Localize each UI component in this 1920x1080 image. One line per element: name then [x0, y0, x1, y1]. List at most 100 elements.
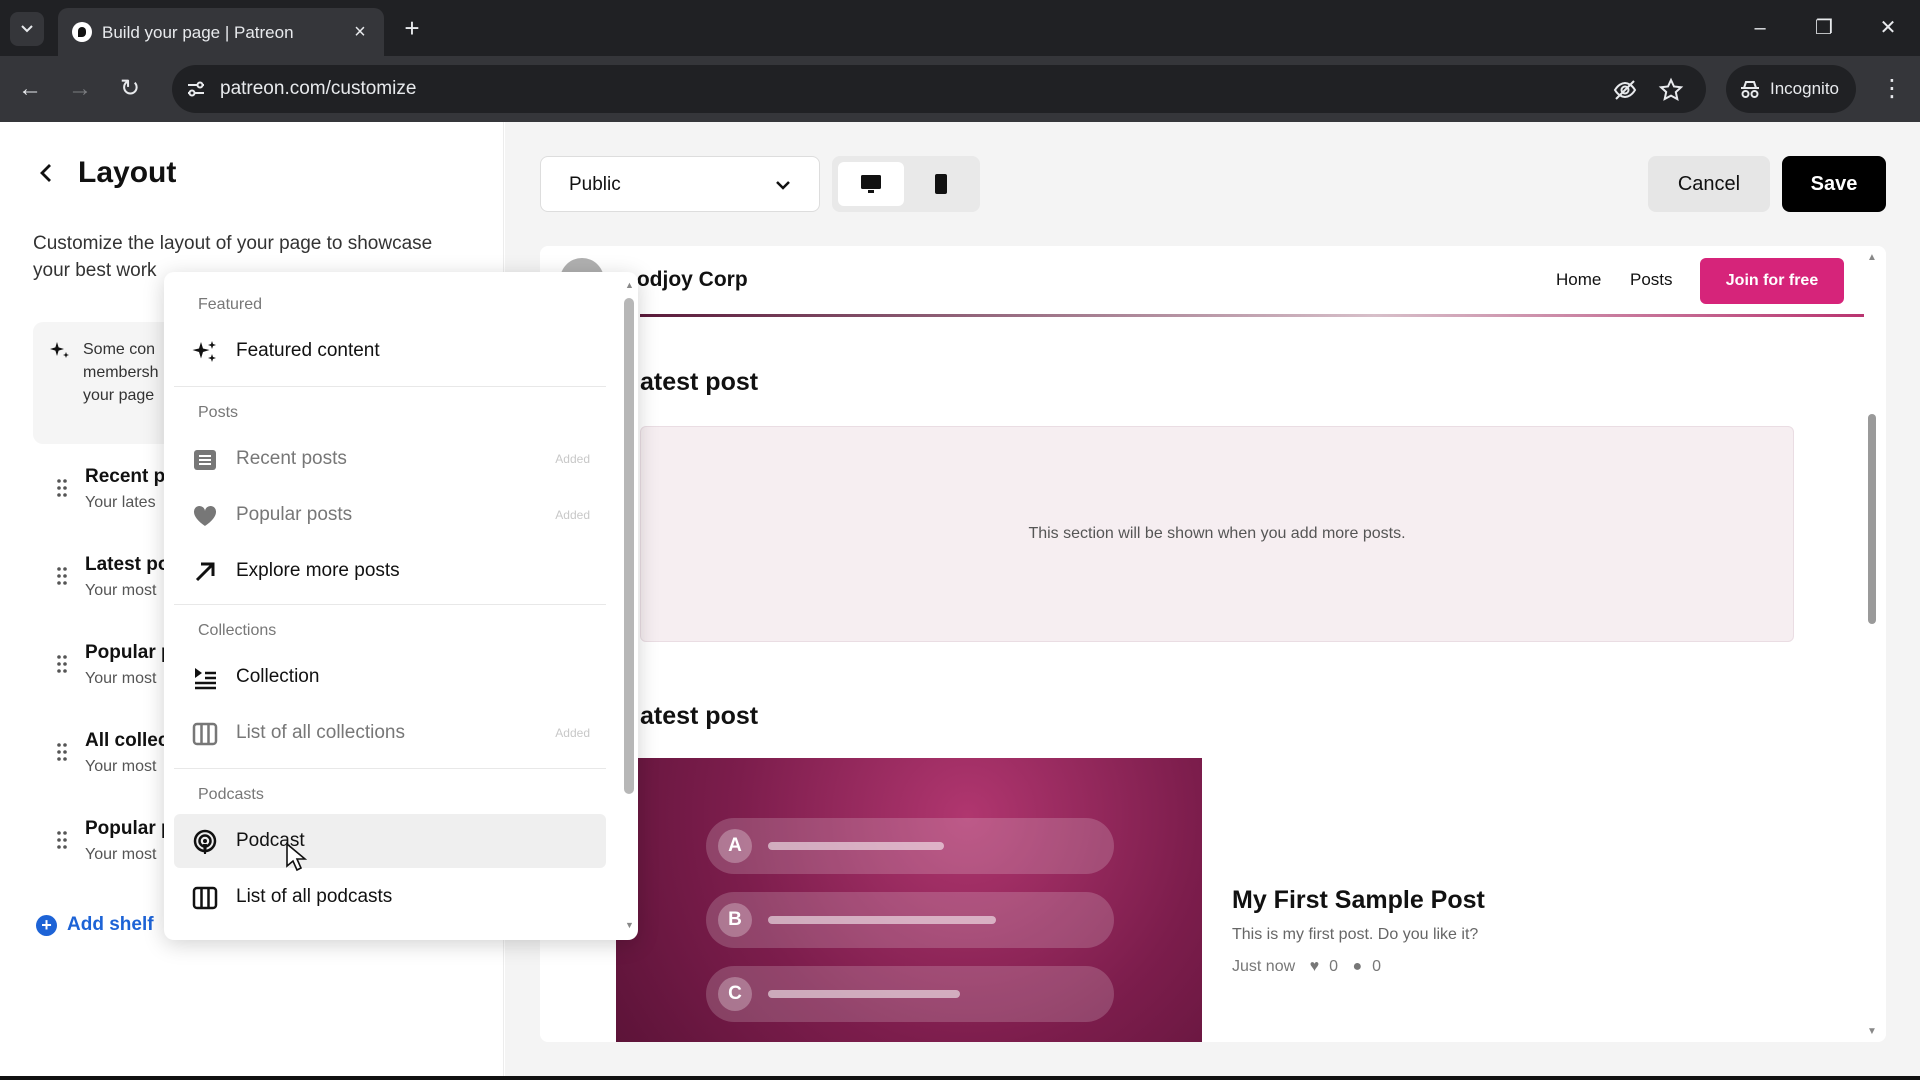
scroll-down-icon[interactable]: ▼ [1865, 1026, 1879, 1037]
save-button[interactable]: Save [1782, 156, 1886, 212]
drag-handle-icon[interactable] [56, 478, 68, 498]
menu-item-label: Recent posts [236, 448, 347, 469]
scroll-down-icon[interactable]: ▼ [625, 920, 634, 930]
menu-item-label: List of all podcasts [236, 886, 393, 907]
nav-home-link[interactable]: Home [1556, 270, 1601, 290]
menu-section-collections: Collections [198, 622, 277, 639]
chevron-down-icon [776, 181, 790, 190]
add-shelf-menu: Featured Featured content Posts Recent p… [164, 272, 638, 940]
columns-icon [192, 886, 218, 910]
mobile-view-button[interactable] [908, 162, 974, 206]
new-tab-icon[interactable]: + [398, 14, 426, 42]
incognito-badge[interactable]: Incognito [1726, 65, 1856, 113]
shelf-title: Latest po [85, 554, 170, 575]
menu-item-featured-content[interactable]: Featured content [174, 324, 606, 378]
desktop-view-button[interactable] [838, 162, 904, 206]
cancel-button[interactable]: Cancel [1648, 156, 1770, 212]
section-title-latest-2: atest post [640, 702, 759, 730]
shelf-subtitle: Your most [85, 758, 157, 775]
desktop-icon [861, 175, 881, 193]
poll-option-letter: A [718, 829, 752, 863]
device-toggle [832, 156, 980, 212]
menu-item-label: List of all collections [236, 722, 405, 743]
eye-off-icon[interactable] [1612, 77, 1638, 103]
menu-scrollbar-thumb[interactable] [624, 298, 634, 794]
comment-icon[interactable]: ● [1352, 958, 1362, 975]
menu-item-list-of-all-podcasts[interactable]: List of all podcasts [174, 870, 606, 924]
shelf-title: Recent p [85, 466, 166, 487]
taskbar-edge [0, 1076, 1920, 1080]
patreon-favicon-icon [72, 22, 92, 42]
incognito-icon [1741, 81, 1759, 98]
tab-close-icon[interactable]: × [348, 20, 372, 44]
menu-divider [174, 768, 606, 769]
page-title: Layout [78, 156, 177, 189]
post-title[interactable]: My First Sample Post [1232, 886, 1485, 915]
drag-handle-icon[interactable] [56, 742, 68, 762]
sparkle-icon [192, 341, 216, 362]
post-thumbnail[interactable]: A B C [616, 758, 1202, 1042]
podcast-icon [193, 829, 217, 854]
menu-item-collection[interactable]: Collection [174, 650, 606, 704]
menu-section-featured: Featured [198, 296, 263, 313]
post-meta: Just now ♥ 0 ● 0 [1232, 958, 1391, 976]
drag-handle-icon[interactable] [56, 830, 68, 850]
browser-menu-icon[interactable]: ⋮ [1876, 73, 1908, 105]
shelf-subtitle: Your most [85, 670, 157, 687]
info-text: Some con membersh your page [83, 338, 159, 407]
window-close-icon[interactable]: ✕ [1868, 12, 1908, 44]
empty-section-text: This section will be shown when you add … [1028, 525, 1406, 542]
menu-section-podcasts: Podcasts [198, 786, 264, 803]
address-bar[interactable]: patreon.com/customize [172, 65, 1706, 113]
tab-search-button[interactable] [10, 12, 44, 46]
menu-item-explore-more-posts[interactable]: Explore more posts [174, 544, 606, 598]
heart-icon[interactable]: ♥ [1310, 958, 1320, 975]
poll-option-letter: C [718, 977, 752, 1011]
nav-posts-link[interactable]: Posts [1630, 270, 1673, 290]
minimize-icon[interactable]: – [1740, 12, 1780, 44]
browser-tab-active[interactable]: Build your page | Patreon × [58, 8, 384, 56]
heart-icon [193, 505, 217, 526]
shelf-title: Popular p [85, 642, 173, 663]
incognito-label: Incognito [1770, 79, 1839, 98]
tab-title: Build your page | Patreon [102, 23, 294, 42]
menu-item-list-of-all-collections[interactable]: List of all collections Added [174, 706, 606, 760]
back-icon[interactable]: ← [14, 73, 46, 105]
bookmark-star-icon[interactable] [1658, 77, 1684, 103]
add-shelf-label: Add shelf [67, 914, 154, 935]
added-tag: Added [555, 508, 590, 522]
drag-handle-icon[interactable] [56, 566, 68, 586]
menu-item-label: Collection [236, 666, 320, 687]
menu-item-recent-posts[interactable]: Recent posts Added [174, 432, 606, 486]
reload-icon[interactable]: ↻ [114, 73, 146, 105]
menu-item-label: Explore more posts [236, 560, 400, 581]
restore-icon[interactable]: ❐ [1804, 12, 1844, 44]
site-info-icon[interactable] [184, 77, 208, 101]
drag-handle-icon[interactable] [56, 654, 68, 674]
preview-scrollbar-thumb[interactable] [1868, 414, 1876, 624]
post-time: Just now [1232, 958, 1296, 975]
menu-item-popular-posts[interactable]: Popular posts Added [174, 488, 606, 542]
list-icon [194, 450, 216, 470]
poll-option: A [706, 818, 1114, 874]
menu-section-posts: Posts [198, 404, 239, 421]
info-line: your page [83, 387, 155, 404]
like-count: 0 [1329, 958, 1338, 975]
join-for-free-button[interactable]: Join for free [1700, 258, 1844, 304]
sparkle-icon [50, 342, 69, 358]
visibility-select[interactable]: Public [540, 156, 820, 212]
scroll-up-icon[interactable]: ▲ [1865, 252, 1879, 263]
poll-option: C [706, 966, 1114, 1022]
scroll-up-icon[interactable]: ▲ [625, 280, 634, 290]
menu-item-podcast[interactable]: Podcast [174, 814, 606, 868]
shelf-title: All collec [85, 730, 169, 751]
header-divider [640, 314, 1864, 317]
back-arrow-icon[interactable] [36, 162, 58, 184]
forward-icon[interactable]: → [64, 73, 96, 105]
added-tag: Added [555, 726, 590, 740]
poll-option: B [706, 892, 1114, 948]
mobile-icon [935, 174, 947, 194]
plus-circle-icon: + [36, 915, 57, 936]
creator-name: oodjoy Corp [624, 268, 748, 291]
url-text: patreon.com/customize [220, 78, 417, 99]
